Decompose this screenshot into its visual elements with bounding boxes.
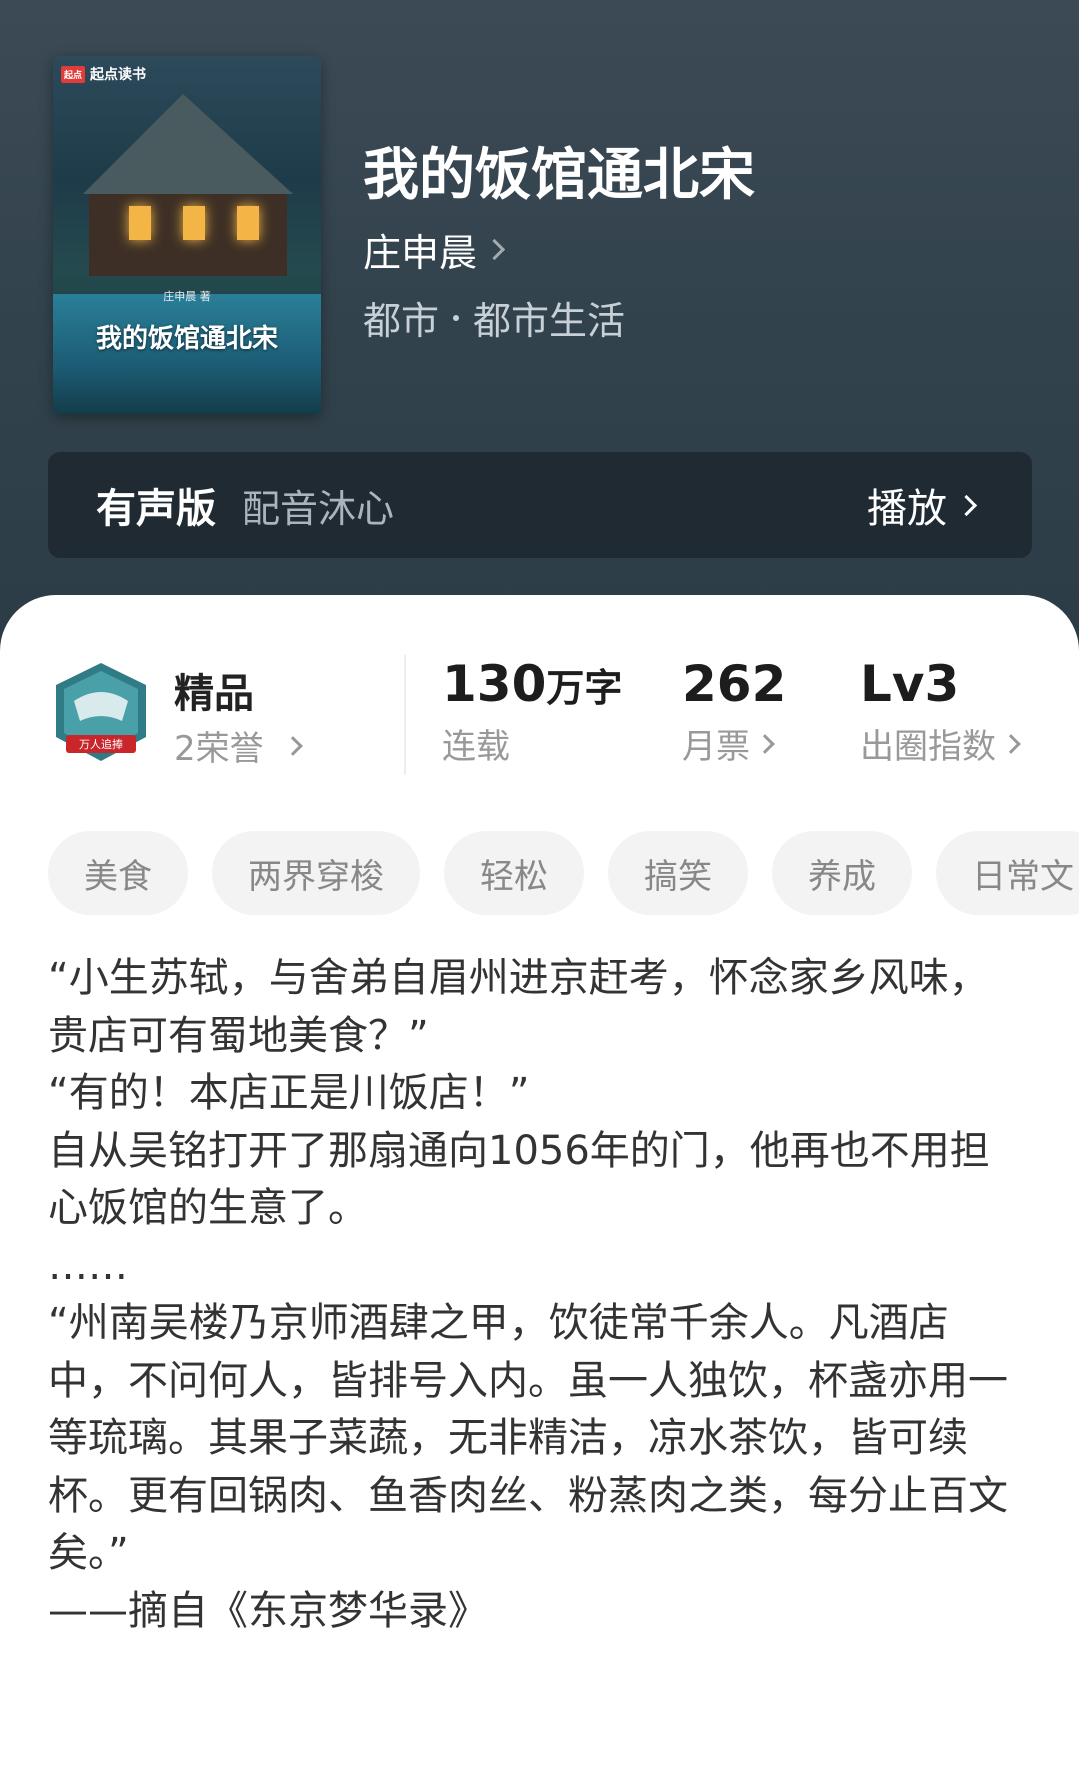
chevron-right-icon: [755, 733, 775, 754]
genre-category: 都市: [363, 299, 440, 343]
tag-chip[interactable]: 搞笑: [608, 831, 748, 915]
synopsis-paragraph: “州南吴楼乃京师酒肆之甲，饮徒常千余人。凡酒店中，不问何人，皆排号入内。虽一人独…: [48, 1300, 1008, 1576]
monthly-ticket-value: 262: [682, 655, 787, 713]
serial-status: 连载: [442, 727, 510, 767]
audiobook-label: 有声版: [96, 486, 216, 532]
play-label: 播放: [867, 486, 947, 532]
chevron-right-icon: [282, 735, 303, 756]
honor-badge-text: 万人追捧: [79, 737, 123, 751]
cover-window-light: [183, 206, 205, 240]
genre-subcategory: 都市生活: [473, 299, 626, 343]
genre-info: 都市 都市生活: [363, 290, 625, 345]
chevron-right-icon: [955, 494, 978, 516]
popularity-index-label: 出圈指数: [860, 727, 996, 767]
monthly-ticket-stat[interactable]: 262 月票: [682, 655, 786, 768]
honor-badge-icon[interactable]: 万人追捧: [52, 661, 150, 769]
synopsis-paragraph: ……: [48, 1242, 128, 1289]
cover-roof-illustration: [83, 94, 293, 194]
book-title: 我的饭馆通北宋: [363, 142, 755, 208]
tag-chip[interactable]: 日常文: [936, 831, 1079, 915]
popularity-index-value: Lv3: [860, 655, 960, 713]
popularity-index-stat[interactable]: Lv3 出圈指数: [860, 655, 1021, 768]
word-count-unit: 万字: [546, 666, 623, 710]
synopsis-paragraph: 自从吴铭打开了那扇通向1056年的门，他再也不用担心饭馆的生意了。: [48, 1127, 990, 1232]
book-synopsis[interactable]: “小生苏轼，与舍弟自眉州进京赶考，怀念家乡风味，贵店可有蜀地美食？” “有的！本…: [48, 950, 1028, 1640]
cover-publisher-name: 起点读书: [90, 67, 147, 83]
cover-title-text: 我的饭馆通北宋: [95, 324, 278, 354]
tag-chip[interactable]: 美食: [48, 831, 188, 915]
synopsis-paragraph: “小生苏轼，与舍弟自眉州进京赶考，怀念家乡风味，贵店可有蜀地美食？”: [48, 955, 989, 1059]
stats-divider: [404, 655, 406, 775]
cover-window-light: [237, 206, 259, 240]
honor-link[interactable]: 2荣誉: [174, 721, 303, 770]
author-link[interactable]: 庄申晨: [363, 222, 506, 277]
book-header: 起点 起点读书 庄申晨 著 我的饭馆通北宋 我的饭馆通北宋 庄申晨 都市 都市生…: [0, 0, 1079, 660]
synopsis-paragraph: “有的！本店正是川饭店！”: [48, 1070, 530, 1116]
honor-count: 2荣誉: [174, 729, 264, 769]
audiobook-bar[interactable]: 有声版 配音沐心 播放: [48, 452, 1032, 558]
tag-chip[interactable]: 养成: [772, 831, 912, 915]
tag-list: 美食 两界穿梭 轻松 搞笑 养成 日常文: [48, 831, 1079, 915]
cover-window-light: [129, 206, 151, 240]
play-audiobook-button[interactable]: 播放: [867, 476, 978, 534]
book-info-card: 万人追捧 精品 2荣誉 130万字 连载 262 月票 Lv3 出圈指数 美食 …: [0, 595, 1079, 1773]
monthly-ticket-label: 月票: [682, 727, 750, 767]
qidian-logo-icon: 起点: [61, 65, 86, 83]
book-cover-image[interactable]: 起点 起点读书 庄申晨 著 我的饭馆通北宋: [53, 56, 321, 414]
cover-author-line: 庄申晨 著: [163, 290, 211, 303]
chevron-right-icon: [483, 238, 506, 261]
author-name: 庄申晨: [363, 231, 478, 275]
tag-chip[interactable]: 两界穿梭: [212, 831, 420, 915]
honor-title: 精品: [174, 671, 254, 717]
chevron-right-icon: [1001, 733, 1021, 754]
audiobook-voice: 配音沐心: [242, 486, 395, 531]
cover-publisher: 起点 起点读书: [61, 64, 146, 84]
word-count-stat: 130万字 连载: [442, 655, 622, 768]
word-count-value: 130万字: [442, 655, 623, 713]
separator-dot: [453, 314, 460, 321]
synopsis-paragraph: ——摘自《东京梦华录》: [48, 1587, 488, 1634]
tag-chip[interactable]: 轻松: [444, 831, 584, 915]
